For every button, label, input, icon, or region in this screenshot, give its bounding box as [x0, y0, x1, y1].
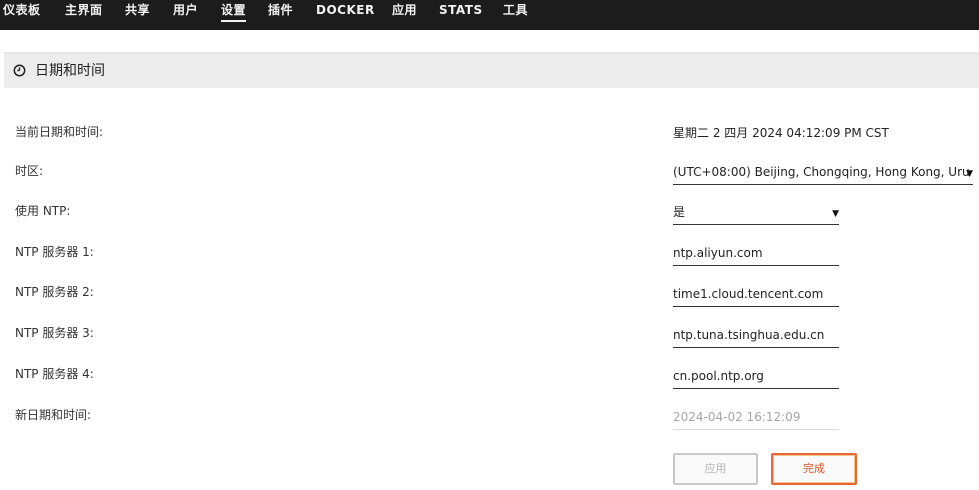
- use-ntp-label: 使用 NTP:: [15, 204, 71, 218]
- use-ntp-select-value: 是: [673, 205, 686, 219]
- nav-item-shares[interactable]: 共享: [125, 2, 150, 18]
- ntp-server-3-label: NTP 服务器 3:: [15, 326, 94, 340]
- chevron-down-icon: ▼: [832, 209, 839, 219]
- timezone-select[interactable]: (UTC+08:00) Beijing, Chongqing, Hong Kon…: [673, 159, 973, 185]
- ntp-server-4-input[interactable]: cn.pool.ntp.org: [673, 362, 839, 389]
- ntp-server-2-input[interactable]: time1.cloud.tencent.com: [673, 280, 839, 307]
- top-navigation-bar: 仪表板 主界面 共享 用户 设置 插件 DOCKER 应用 STATS 工具: [0, 0, 979, 30]
- use-ntp-select[interactable]: 是 ▼: [673, 199, 839, 225]
- timezone-select-value: (UTC+08:00) Beijing, Chongqing, Hong Kon…: [673, 165, 970, 179]
- current-datetime-label: 当前日期和时间:: [15, 125, 104, 139]
- new-datetime-input[interactable]: 2024-04-02 16:12:09: [673, 403, 839, 430]
- current-datetime-value: 星期二 2 四月 2024 04:12:09 PM CST: [673, 126, 889, 140]
- ntp-server-3-input[interactable]: ntp.tuna.tsinghua.edu.cn: [673, 321, 839, 348]
- nav-item-plugins[interactable]: 插件: [268, 2, 293, 18]
- timezone-label: 时区:: [15, 164, 44, 178]
- clock-icon: [13, 64, 26, 77]
- ntp-server-1-label: NTP 服务器 1:: [15, 245, 94, 259]
- nav-item-main[interactable]: 主界面: [65, 2, 103, 18]
- ntp-server-1-input[interactable]: ntp.aliyun.com: [673, 239, 839, 266]
- ntp-server-4-label: NTP 服务器 4:: [15, 367, 94, 381]
- ntp-server-2-label: NTP 服务器 2:: [15, 285, 94, 299]
- nav-item-stats[interactable]: STATS: [439, 2, 483, 18]
- done-button[interactable]: 完成: [771, 453, 857, 485]
- section-title: 日期和时间: [35, 63, 105, 79]
- nav-item-settings[interactable]: 设置: [221, 2, 247, 22]
- nav-item-users[interactable]: 用户: [173, 2, 198, 18]
- new-datetime-label: 新日期和时间:: [15, 408, 92, 422]
- nav-item-dashboard[interactable]: 仪表板: [3, 2, 41, 18]
- nav-item-tools[interactable]: 工具: [503, 2, 528, 18]
- nav-item-apps[interactable]: 应用: [392, 2, 417, 18]
- chevron-down-icon: ▼: [966, 169, 973, 179]
- apply-button[interactable]: 应用: [673, 453, 758, 485]
- section-header: 日期和时间: [4, 52, 979, 88]
- nav-item-docker[interactable]: DOCKER: [316, 2, 375, 18]
